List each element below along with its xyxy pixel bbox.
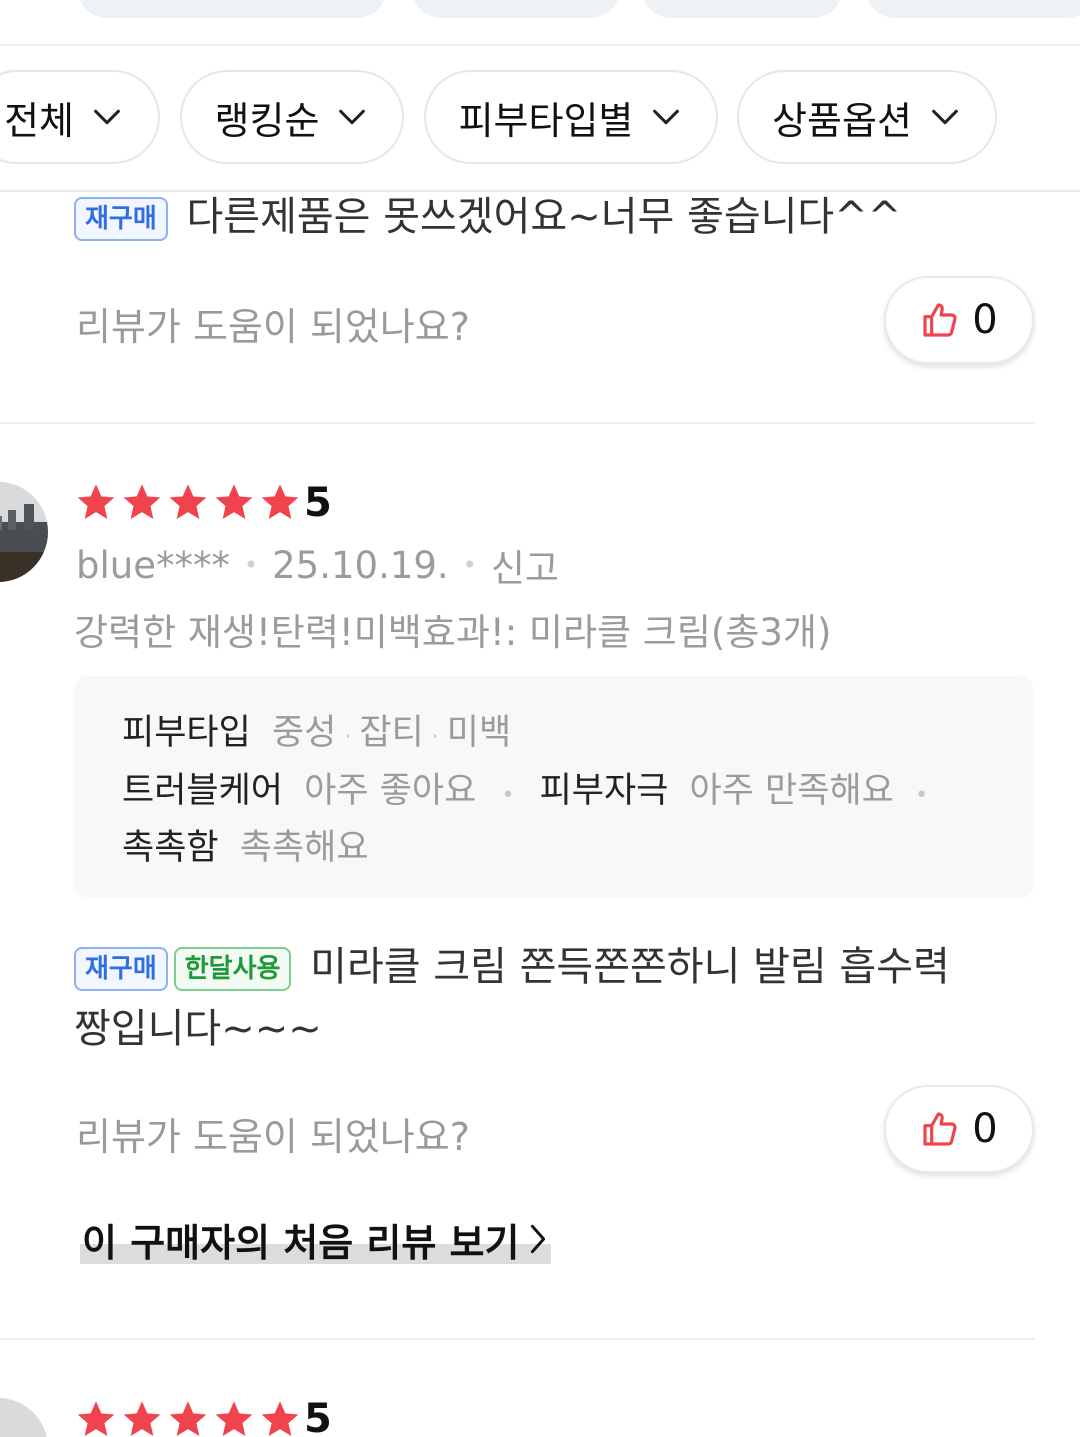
star-icon: [215, 484, 253, 519]
like-button[interactable]: 0: [884, 276, 1034, 364]
star-icon: [261, 1401, 299, 1436]
review-detail-box: 피부타입 중성 · 잡티 · 미백 트러블케어 아주 좋아요 • 피부자극 아주 만족해…: [74, 676, 1034, 898]
detail-label: 촉촉함: [122, 828, 219, 868]
star-rating: [74, 1398, 302, 1437]
chevron-down-icon: [932, 109, 958, 125]
month-use-tag: 한달사용: [173, 947, 292, 991]
detail-value: 아주 좋아요: [304, 771, 477, 811]
star-icon: [77, 484, 115, 519]
helpful-question: 리뷰가 도움이 되었나요?: [76, 305, 470, 349]
like-button[interactable]: 0: [884, 1085, 1034, 1173]
detail-value: 미백: [446, 713, 512, 753]
thumbs-up-icon: [923, 1112, 957, 1146]
separator-dot: •: [243, 551, 259, 579]
top-filter-chip[interactable]: [78, 0, 386, 18]
filter-ranking-label: 랭킹순: [214, 98, 320, 143]
divider: [0, 1338, 1035, 1340]
separator-dot: •: [462, 551, 477, 579]
reviewer-name: blue****: [76, 543, 230, 587]
review-meta: blue**** • 25.10.19. • 신고: [76, 538, 559, 592]
first-review-link[interactable]: 이 구매자의 처음 리뷰 보기: [80, 1214, 552, 1265]
filter-all-label: 전체: [4, 98, 74, 143]
avatar: [0, 482, 48, 582]
top-filter-chip[interactable]: [642, 0, 842, 18]
star-icon: [77, 1401, 115, 1436]
filter-product-option-button[interactable]: 상품옵션: [737, 70, 997, 164]
review-date: 25.10.19.: [272, 543, 449, 587]
detail-label: 피부타입: [122, 713, 251, 753]
detail-value: 잡티: [359, 713, 424, 753]
divider: [0, 44, 1080, 46]
detail-label: 피부자극: [539, 771, 669, 811]
avatar: [0, 1398, 48, 1437]
review-text: 재구매 한달사용 미라클 크림 쫀득쫀쫀하니 발림 흡수력 짱입니다~~~: [74, 936, 950, 1060]
review-body-line: 짱입니다~~~: [74, 1006, 322, 1052]
detail-value: 촉촉해요: [239, 828, 369, 868]
star-icon: [123, 1401, 161, 1436]
helpful-question: 리뷰가 도움이 되었나요?: [76, 1115, 470, 1159]
chevron-down-icon: [653, 109, 680, 125]
star-icon: [215, 1401, 253, 1436]
star-icon: [169, 1401, 207, 1436]
star-icon: [261, 484, 299, 519]
purchased-option: 강력한 재생!탄력!미백효과!: 미라클 크림(총3개): [74, 611, 832, 654]
detail-value: 아주 만족해요: [689, 771, 894, 811]
report-link[interactable]: 신고: [491, 538, 559, 592]
detail-skin-type: 피부타입 중성 · 잡티 · 미백: [122, 713, 512, 753]
detail-trouble-irritation: 트러블케어 아주 좋아요 • 피부자극 아주 만족해요 •: [122, 771, 928, 811]
star-rating: [74, 481, 302, 525]
like-count: 0: [972, 297, 998, 343]
star-icon: [123, 484, 161, 519]
repurchase-tag: 재구매: [74, 197, 168, 241]
detail-label: 트러블케어: [122, 771, 284, 811]
filter-product-option-label: 상품옵션: [772, 98, 912, 143]
top-filter-chip[interactable]: [866, 0, 1080, 18]
review-page: 전체 랭킹순 피부타입별 상품옵션 재구매 다른제품은 못쓰겠어요~너무 좋습니…: [0, 0, 1080, 1437]
rating-value: 5: [304, 480, 332, 526]
filter-skin-type-button[interactable]: 피부타입별: [424, 70, 718, 164]
repurchase-tag: 재구매: [74, 947, 168, 991]
filter-skin-type-label: 피부타입별: [458, 98, 634, 143]
filter-ranking-button[interactable]: 랭킹순: [180, 70, 404, 164]
like-count: 0: [972, 1106, 998, 1152]
divider: [0, 422, 1035, 424]
chevron-right-icon: [531, 1224, 546, 1254]
review-body-line: 미라클 크림 쫀득쫀쫀하니 발림 흡수력: [310, 944, 950, 990]
detail-value: 중성: [271, 713, 337, 753]
rating-value: 5: [304, 1396, 332, 1437]
thumbs-up-icon: [923, 303, 957, 337]
first-review-label: 이 구매자의 처음 리뷰 보기: [82, 1220, 520, 1265]
top-filter-chip[interactable]: [412, 0, 620, 18]
chevron-down-icon: [339, 109, 366, 125]
filter-all-button[interactable]: 전체: [0, 70, 160, 164]
chevron-down-icon: [94, 109, 120, 125]
star-icon: [169, 484, 207, 519]
detail-moisture: 촉촉함 촉촉해요: [122, 819, 369, 870]
review-text: 재구매 다른제품은 못쓰겠어요~너무 좋습니다^^: [74, 186, 901, 248]
review-body: 다른제품은 못쓰겠어요~너무 좋습니다^^: [186, 194, 902, 240]
